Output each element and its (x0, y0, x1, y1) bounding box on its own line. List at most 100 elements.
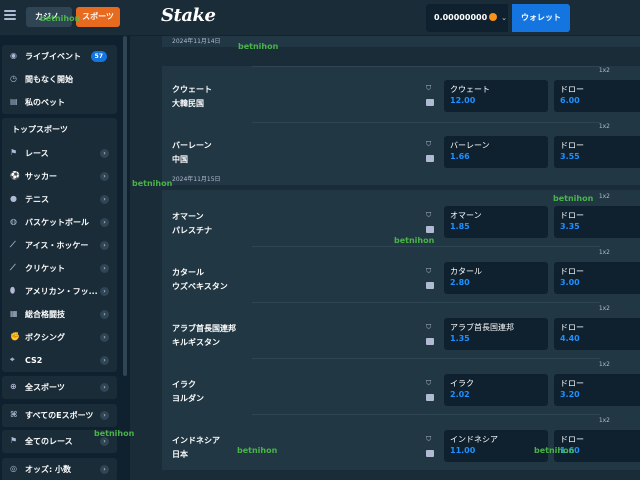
event-row[interactable]: 1x2 アラブ首長国連邦 キルギスタン ⛉ アラブ首長国連邦 1.35 ドロー … (162, 302, 640, 358)
away-team[interactable]: ヨルダン (172, 393, 204, 404)
odds-button-home[interactable]: カタール 2.80 (444, 262, 548, 294)
away-team[interactable]: 中国 (172, 154, 188, 165)
odds-format-selector[interactable]: ◎ オッズ: 小数 › (2, 458, 117, 480)
odds-value: 4.40 (560, 334, 580, 343)
odds-button-home[interactable]: オマーン 1.85 (444, 206, 548, 238)
event-row[interactable]: 1x2 インドネシア 日本 ⛉ インドネシア 11.00 ドロー 1.60 (162, 414, 640, 470)
sidebar-item-starting-soon[interactable]: ◷ 間もなく開始 (2, 68, 117, 91)
divider (252, 246, 600, 247)
btc-coin-icon (489, 13, 498, 21)
market-label: 1x2 (598, 67, 610, 74)
live-stream-icon[interactable] (426, 226, 434, 233)
market-label: 1x2 (598, 249, 610, 256)
live-stream-icon[interactable] (426, 450, 434, 457)
odds-button-draw[interactable]: ドロー 3.20 (554, 374, 640, 406)
top-sports-heading: トップスポーツ (12, 125, 68, 134)
divider (252, 414, 600, 415)
away-team[interactable]: パレスチナ (172, 225, 212, 236)
events-list: 2024年11月14日 1x2 クウェート 大韓民国 ⛉ クウェート 12.00… (162, 36, 640, 480)
sidebar-item-label: すべてのEスポーツ (25, 411, 94, 420)
sports-tab[interactable]: スポーツ (76, 7, 120, 27)
home-team[interactable]: インドネシア (172, 435, 220, 446)
menu-icon[interactable] (4, 10, 16, 22)
home-team[interactable]: バーレーン (172, 140, 212, 151)
event-row[interactable]: 1x2 バーレーン 中国 ⛉ バーレーン 1.66 ドロー 3.55 (162, 122, 640, 178)
live-stream-icon[interactable] (426, 282, 434, 289)
sidebar-item-mma[interactable]: ▦ 総合格闘技 › (2, 303, 117, 326)
sidebar-item-basketball[interactable]: ◍ バスケットボール › (2, 211, 117, 234)
sidebar-item-tennis[interactable]: ● テニス › (2, 188, 117, 211)
sidebar-item-cricket[interactable]: ⟋ クリケット › (2, 257, 117, 280)
home-team[interactable]: アラブ首長国連邦 (172, 323, 236, 334)
chevron-right-icon: › (100, 241, 109, 250)
sidebar-item-label: バスケットボール (25, 218, 89, 227)
live-stream-icon[interactable] (426, 338, 434, 345)
odds-button-draw[interactable]: ドロー 3.35 (554, 206, 640, 238)
odds-button-draw[interactable]: ドロー 3.55 (554, 136, 640, 168)
balance-selector[interactable]: 0.00000000 ⌄ (426, 4, 508, 32)
stats-icon[interactable]: ⛉ (426, 212, 434, 219)
sidebar-item-cs2[interactable]: ⌖ CS2 › (2, 349, 117, 372)
sidebar-item-boxing[interactable]: ✊ ボクシング › (2, 326, 117, 349)
stats-icon[interactable]: ⛉ (426, 436, 434, 443)
sidebar-item-live[interactable]: ◉ ライブイベント 57 (2, 45, 117, 68)
odds-button-home[interactable]: クウェート 12.00 (444, 80, 548, 112)
chevron-right-icon: › (100, 172, 109, 181)
stats-icon[interactable]: ⛉ (426, 268, 434, 275)
stats-icon[interactable]: ⛉ (426, 85, 434, 92)
event-row[interactable]: 1x2 イラク ヨルダン ⛉ イラク 2.02 ドロー 3.20 (162, 358, 640, 414)
away-team[interactable]: 日本 (172, 449, 188, 460)
home-team[interactable]: オマーン (172, 211, 204, 222)
home-team[interactable]: カタール (172, 267, 204, 278)
odds-button-home[interactable]: バーレーン 1.66 (444, 136, 548, 168)
away-team[interactable]: ウズベキスタン (172, 281, 228, 292)
stats-icon[interactable]: ⛉ (426, 380, 434, 387)
odds-button-draw[interactable]: ドロー 3.00 (554, 262, 640, 294)
sidebar-item-all-esports[interactable]: ⌘ すべてのEスポーツ › (2, 404, 117, 427)
home-team[interactable]: イラク (172, 379, 196, 390)
divider (252, 66, 600, 67)
tennis-icon: ● (10, 194, 17, 203)
chevron-right-icon: › (100, 383, 109, 392)
watermark: betnihon (40, 14, 81, 23)
watermark: betnihon (237, 446, 278, 455)
stats-icon[interactable]: ⛉ (426, 324, 434, 331)
sidebar-scrollbar[interactable] (123, 36, 127, 376)
event-row[interactable]: 1x2 クウェート 大韓民国 ⛉ クウェート 12.00 ドロー 6.00 (162, 66, 640, 122)
live-icon: ◉ (10, 51, 17, 60)
sidebar-item-label: CS2 (25, 356, 43, 365)
home-team[interactable]: クウェート (172, 84, 212, 95)
divider (252, 358, 600, 359)
sidebar-item-label: レース (25, 149, 49, 158)
live-stream-icon[interactable] (426, 394, 434, 401)
wallet-button[interactable]: ウォレット (512, 4, 570, 32)
sidebar-item-my-bets[interactable]: ▤ 私のベット (2, 91, 117, 114)
away-team[interactable]: キルギスタン (172, 337, 220, 348)
basketball-icon: ◍ (10, 217, 17, 226)
chevron-right-icon: › (100, 411, 109, 420)
top-bar: カジノ スポーツ Stake 0.00000000 ⌄ ウォレット (0, 0, 640, 36)
stats-icon[interactable]: ⛉ (426, 141, 434, 148)
sidebar-item-american-football[interactable]: ⬮ アメリカン・フッ... › (2, 280, 117, 303)
live-stream-icon[interactable] (426, 99, 434, 106)
mma-icon: ▦ (10, 309, 18, 318)
stake-logo[interactable]: Stake (161, 5, 216, 26)
sidebar-item-soccer[interactable]: ⚽ サッカー › (2, 165, 117, 188)
live-stream-icon[interactable] (426, 155, 434, 162)
sidebar-item-label: クリケット (25, 264, 65, 273)
odds-value: 1.85 (450, 222, 470, 231)
odds-button-home[interactable]: イラク 2.02 (444, 374, 548, 406)
cs2-icon: ⌖ (10, 355, 15, 364)
sidebar-item-racing[interactable]: ⚑ レース › (2, 142, 117, 165)
sidebar-item-all-sports[interactable]: ⊕ 全スポーツ › (2, 376, 117, 399)
odds-button-draw[interactable]: ドロー 4.40 (554, 318, 640, 350)
odds-icon: ◎ (10, 464, 17, 473)
odds-button-home[interactable]: アラブ首長国連邦 1.35 (444, 318, 548, 350)
sidebar-item-ice-hockey[interactable]: ⟋ アイス・ホッケー › (2, 234, 117, 257)
bets-icon: ▤ (10, 97, 18, 106)
odds-value: 3.35 (560, 222, 580, 231)
odds-button-draw[interactable]: ドロー 6.00 (554, 80, 640, 112)
event-row[interactable]: 1x2 カタール ウズベキスタン ⛉ カタール 2.80 ドロー 3.00 (162, 246, 640, 302)
odds-button-home[interactable]: インドネシア 11.00 (444, 430, 548, 462)
away-team[interactable]: 大韓民国 (172, 98, 204, 109)
